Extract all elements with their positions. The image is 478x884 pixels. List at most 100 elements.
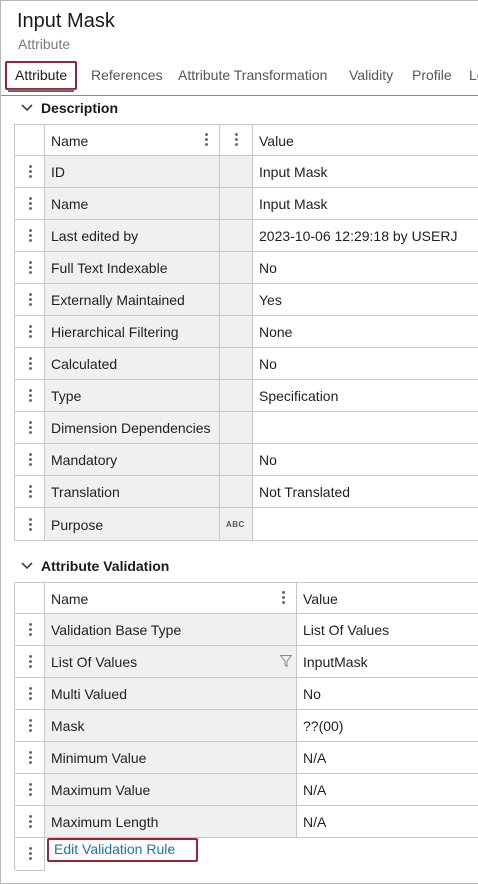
name-cell: Full Text Indexable bbox=[45, 252, 220, 283]
value-cell[interactable]: No bbox=[253, 252, 478, 283]
table-row[interactable]: Type Specification bbox=[15, 380, 478, 412]
row-drag-handle-icon[interactable] bbox=[29, 165, 33, 179]
tab-attribute-transformation[interactable]: Attribute Transformation bbox=[178, 67, 327, 83]
row-drag-handle-icon[interactable] bbox=[29, 719, 33, 733]
row-handle-cell bbox=[15, 284, 45, 315]
tab-profile[interactable]: Profile bbox=[412, 67, 452, 83]
validation-section-header[interactable]: Attribute Validation bbox=[1, 556, 478, 580]
row-drag-handle-icon[interactable] bbox=[29, 751, 33, 765]
table-row[interactable]: Dimension Dependencies bbox=[15, 412, 478, 444]
value-cell[interactable]: Yes bbox=[253, 284, 478, 315]
row-handle-cell bbox=[15, 220, 45, 251]
chevron-down-icon[interactable] bbox=[20, 101, 34, 115]
validation-grid: Name Value Validation Base Type List Of Val… bbox=[14, 582, 478, 871]
table-row[interactable]: Multi Valued No bbox=[15, 678, 478, 710]
table-row[interactable]: List Of Values InputMask bbox=[15, 646, 478, 678]
edit-validation-rule-link[interactable]: Edit Validation Rule bbox=[54, 841, 175, 857]
type-icon-cell bbox=[220, 444, 253, 475]
row-drag-handle-icon[interactable] bbox=[29, 518, 33, 532]
description-grid: Name Value ID Input Mask Name Input Mask Last … bbox=[14, 124, 478, 541]
row-drag-handle-icon[interactable] bbox=[29, 421, 33, 435]
row-handle-cell bbox=[15, 188, 45, 219]
name-column-header[interactable]: Name bbox=[45, 125, 220, 155]
row-drag-handle-icon[interactable] bbox=[29, 485, 33, 499]
row-drag-handle-icon[interactable] bbox=[29, 389, 33, 403]
row-drag-handle-icon[interactable] bbox=[29, 687, 33, 701]
value-cell[interactable]: InputMask bbox=[297, 646, 478, 677]
value-cell[interactable]: N/A bbox=[297, 774, 478, 805]
row-name: Mask bbox=[51, 718, 85, 734]
name-cell: List Of Values bbox=[45, 646, 297, 677]
table-row[interactable]: Minimum Value N/A bbox=[15, 742, 478, 774]
row-drag-handle-icon[interactable] bbox=[29, 261, 33, 275]
row-drag-handle-icon[interactable] bbox=[29, 453, 33, 467]
table-row[interactable]: Mask ??(00) bbox=[15, 710, 478, 742]
name-column-header[interactable]: Name bbox=[45, 583, 297, 613]
table-row[interactable]: Maximum Length N/A bbox=[15, 806, 478, 838]
table-row[interactable]: Calculated No bbox=[15, 348, 478, 380]
row-drag-handle-icon[interactable] bbox=[29, 847, 33, 861]
row-drag-handle-icon[interactable] bbox=[29, 815, 33, 829]
value-column-header[interactable]: Value bbox=[253, 125, 478, 155]
table-row[interactable]: Hierarchical Filtering None bbox=[15, 316, 478, 348]
value-cell[interactable]: N/A bbox=[297, 806, 478, 837]
tab-validity[interactable]: Validity bbox=[349, 67, 393, 83]
row-name: Maximum Length bbox=[51, 814, 159, 830]
table-row[interactable]: Full Text Indexable No bbox=[15, 252, 478, 284]
value-cell[interactable]: 2023-10-06 12:29:18 by USERJ bbox=[253, 220, 478, 251]
table-row[interactable]: Purpose ABC bbox=[15, 508, 478, 541]
row-name: Hierarchical Filtering bbox=[51, 324, 179, 340]
page-title: Input Mask bbox=[17, 10, 115, 32]
table-row[interactable]: Externally Maintained Yes bbox=[15, 284, 478, 316]
row-value: Input Mask bbox=[259, 164, 328, 180]
value-cell[interactable]: No bbox=[297, 678, 478, 709]
table-row[interactable]: Translation Not Translated bbox=[15, 476, 478, 508]
row-drag-handle-icon[interactable] bbox=[282, 591, 286, 605]
row-value: ??(00) bbox=[303, 718, 344, 734]
table-row[interactable]: ID Input Mask bbox=[15, 156, 478, 188]
value-cell[interactable]: Not Translated bbox=[253, 476, 478, 507]
value-cell[interactable]: ??(00) bbox=[297, 710, 478, 741]
icon-column-header[interactable] bbox=[220, 125, 253, 155]
row-drag-handle-icon[interactable] bbox=[29, 783, 33, 797]
value-cell[interactable]: List Of Values bbox=[297, 614, 478, 645]
value-column-header[interactable]: Value bbox=[297, 583, 478, 613]
filter-icon[interactable] bbox=[280, 655, 292, 667]
value-cell[interactable]: No bbox=[253, 348, 478, 379]
row-handle-cell bbox=[15, 774, 45, 805]
row-drag-handle-icon[interactable] bbox=[29, 293, 33, 307]
name-cell: Multi Valued bbox=[45, 678, 297, 709]
row-drag-handle-icon[interactable] bbox=[29, 623, 33, 637]
table-row[interactable]: Maximum Value N/A bbox=[15, 774, 478, 806]
value-cell[interactable]: Specification bbox=[253, 380, 478, 411]
row-handle-cell bbox=[15, 806, 45, 837]
tab-attribute[interactable]: Attribute bbox=[15, 67, 67, 83]
row-value: N/A bbox=[303, 782, 327, 798]
value-cell[interactable]: N/A bbox=[297, 742, 478, 773]
value-cell[interactable]: Input Mask bbox=[253, 188, 478, 219]
table-row[interactable]: Name Input Mask bbox=[15, 188, 478, 220]
value-cell[interactable] bbox=[253, 412, 478, 443]
row-handle-cell bbox=[15, 614, 45, 645]
row-drag-handle-icon[interactable] bbox=[29, 655, 33, 669]
row-drag-handle-icon[interactable] bbox=[29, 197, 33, 211]
row-drag-handle-icon[interactable] bbox=[29, 357, 33, 371]
value-cell[interactable]: No bbox=[253, 444, 478, 475]
table-row[interactable]: Last edited by 2023-10-06 12:29:18 by USE… bbox=[15, 220, 478, 252]
row-drag-handle-icon[interactable] bbox=[205, 133, 209, 147]
value-cell[interactable] bbox=[253, 508, 478, 540]
tab-overflow[interactable]: Lo bbox=[469, 67, 478, 83]
value-cell[interactable]: Input Mask bbox=[253, 156, 478, 187]
table-row[interactable]: Mandatory No bbox=[15, 444, 478, 476]
table-row[interactable]: Validation Base Type List Of Values bbox=[15, 614, 478, 646]
chevron-down-icon[interactable] bbox=[20, 559, 34, 573]
row-drag-handle-icon[interactable] bbox=[235, 133, 239, 147]
tab-references[interactable]: References bbox=[91, 67, 163, 83]
row-name: Purpose bbox=[51, 517, 104, 533]
value-cell[interactable]: None bbox=[253, 316, 478, 347]
row-drag-handle-icon[interactable] bbox=[29, 325, 33, 339]
row-drag-handle-icon[interactable] bbox=[29, 229, 33, 243]
description-section-header[interactable]: Description bbox=[1, 98, 478, 122]
name-column-label: Name bbox=[51, 133, 89, 149]
name-cell: Mandatory bbox=[45, 444, 220, 475]
